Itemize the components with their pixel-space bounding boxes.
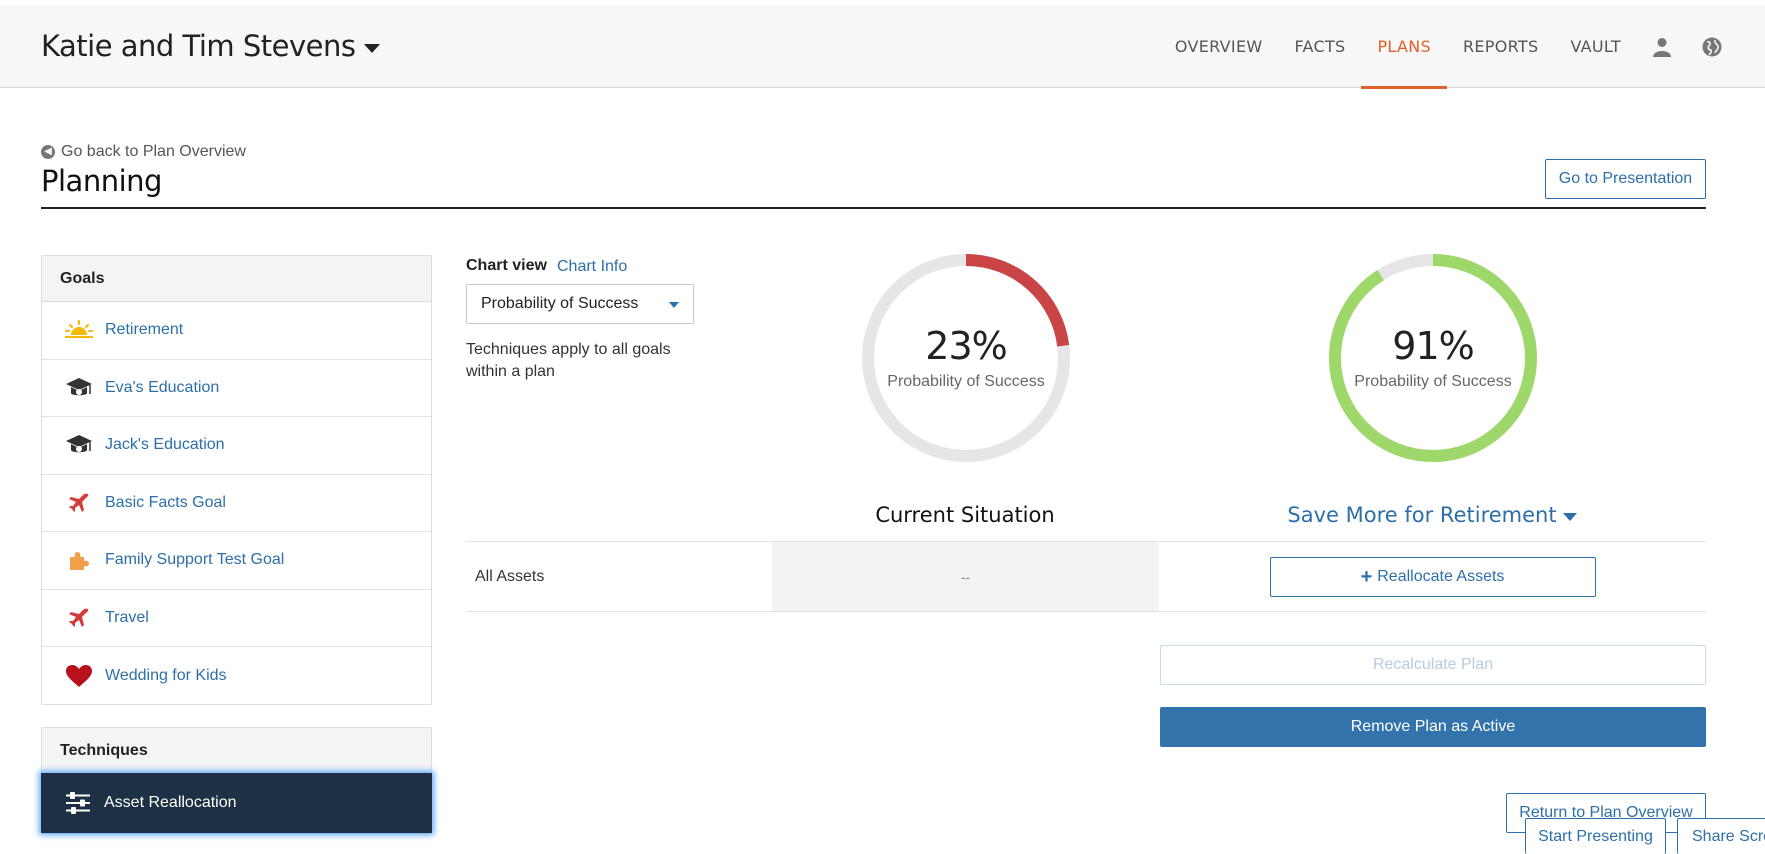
technique-label: Asset Reallocation	[104, 794, 237, 811]
client-name: Katie and Tim Stevens	[41, 29, 356, 63]
goal-item-wedding-for-kids[interactable]: Wedding for Kids	[42, 647, 431, 705]
go-to-presentation-button[interactable]: Go to Presentation	[1545, 159, 1706, 199]
nav-vault[interactable]: VAULT	[1554, 5, 1637, 88]
techniques-header: Techniques	[42, 728, 431, 774]
chevron-down-icon	[363, 43, 380, 53]
airplane-icon	[64, 488, 94, 518]
nav-reports[interactable]: REPORTS	[1447, 5, 1554, 88]
start-presenting-button[interactable]: Start Presenting	[1525, 818, 1666, 854]
goal-label: Travel	[105, 608, 149, 626]
plus-icon: +	[1360, 565, 1373, 588]
back-link-label: Go back to Plan Overview	[61, 143, 246, 160]
caret-down-icon	[669, 302, 679, 308]
table-row: All Assets -- + Reallocate Assets	[466, 541, 1706, 612]
goal-label: Jack's Education	[105, 436, 225, 454]
plan-selector[interactable]: Save More for Retirement	[1239, 503, 1625, 527]
chart-info-link[interactable]: Chart Info	[557, 258, 627, 276]
all-assets-label: All Assets	[475, 567, 545, 585]
graduation-cap-icon	[64, 430, 94, 460]
goal-label: Basic Facts Goal	[105, 493, 226, 511]
client-selector[interactable]: Katie and Tim Stevens	[41, 29, 380, 63]
user-icon[interactable]	[1637, 5, 1687, 88]
alternative-percent: 91%	[1392, 324, 1474, 368]
share-screen-button[interactable]: Share Screen	[1677, 818, 1765, 854]
top-bar: Katie and Tim Stevens OVERVIEW FACTS PLA…	[0, 5, 1765, 89]
graduation-cap-icon	[64, 373, 94, 403]
page-title: Planning	[41, 164, 162, 198]
reallocate-assets-button[interactable]: + Reallocate Assets	[1269, 556, 1596, 597]
plan-selector-label: Save More for Retirement	[1287, 503, 1557, 527]
chart-view-selected: Probability of Success	[481, 295, 639, 312]
goal-label: Retirement	[105, 321, 184, 339]
alternative-assets-cell: + Reallocate Assets	[1159, 542, 1706, 611]
nav-plans[interactable]: PLANS	[1361, 5, 1447, 89]
chevron-down-icon	[1562, 512, 1577, 521]
nav-overview[interactable]: OVERVIEW	[1159, 5, 1279, 88]
airplane-icon	[64, 603, 94, 633]
sliders-icon	[63, 788, 93, 818]
globe-icon[interactable]	[1687, 5, 1737, 88]
arrow-left-circle-icon: ◀	[41, 145, 55, 159]
current-probability-donut: 23% Probability of Success	[860, 252, 1072, 464]
goal-item-travel[interactable]: Travel	[42, 590, 431, 647]
technique-item-asset-reallocation[interactable]: Asset Reallocation	[41, 773, 432, 833]
current-assets-value: --	[772, 542, 1159, 611]
current-situation-heading: Current Situation	[875, 503, 1055, 527]
chart-view-label: Chart view	[466, 257, 547, 274]
goal-item-retirement[interactable]: Retirement	[42, 302, 431, 360]
remove-plan-active-button[interactable]: Remove Plan as Active	[1160, 707, 1706, 747]
title-divider	[41, 207, 1706, 209]
puzzle-icon	[64, 545, 94, 575]
goal-label: Eva's Education	[105, 378, 220, 396]
goal-item-family-support-test-goal[interactable]: Family Support Test Goal	[42, 532, 431, 590]
alternative-probability-donut: 91% Probability of Success	[1327, 252, 1539, 464]
techniques-panel: Techniques Asset Reallocation	[41, 727, 432, 834]
reallocate-assets-label: Reallocate Assets	[1377, 567, 1505, 585]
heart-icon	[64, 661, 94, 691]
techniques-note: Techniques apply to all goals within a p…	[466, 341, 671, 380]
goal-item-evas-education[interactable]: Eva's Education	[42, 360, 431, 417]
main-nav: OVERVIEW FACTS PLANS REPORTS VAULT	[1159, 5, 1765, 89]
back-to-plan-overview-link[interactable]: ◀ Go back to Plan Overview	[41, 143, 246, 161]
current-probability-label: Probability of Success	[887, 373, 1045, 390]
goal-label: Wedding for Kids	[105, 666, 227, 684]
recalculate-plan-button[interactable]: Recalculate Plan	[1160, 645, 1706, 685]
nav-facts[interactable]: FACTS	[1278, 5, 1361, 88]
goals-header: Goals	[42, 256, 431, 302]
goal-label: Family Support Test Goal	[105, 551, 285, 569]
goal-item-jacks-education[interactable]: Jack's Education	[42, 417, 431, 475]
goals-panel: Goals Retirement Eva's Education Jack's …	[41, 255, 432, 705]
goal-item-basic-facts-goal[interactable]: Basic Facts Goal	[42, 475, 431, 532]
current-percent: 23%	[925, 324, 1007, 368]
sunset-icon	[64, 315, 94, 345]
alternative-probability-label: Probability of Success	[1354, 373, 1512, 390]
chart-view-select[interactable]: Probability of Success	[466, 284, 694, 324]
